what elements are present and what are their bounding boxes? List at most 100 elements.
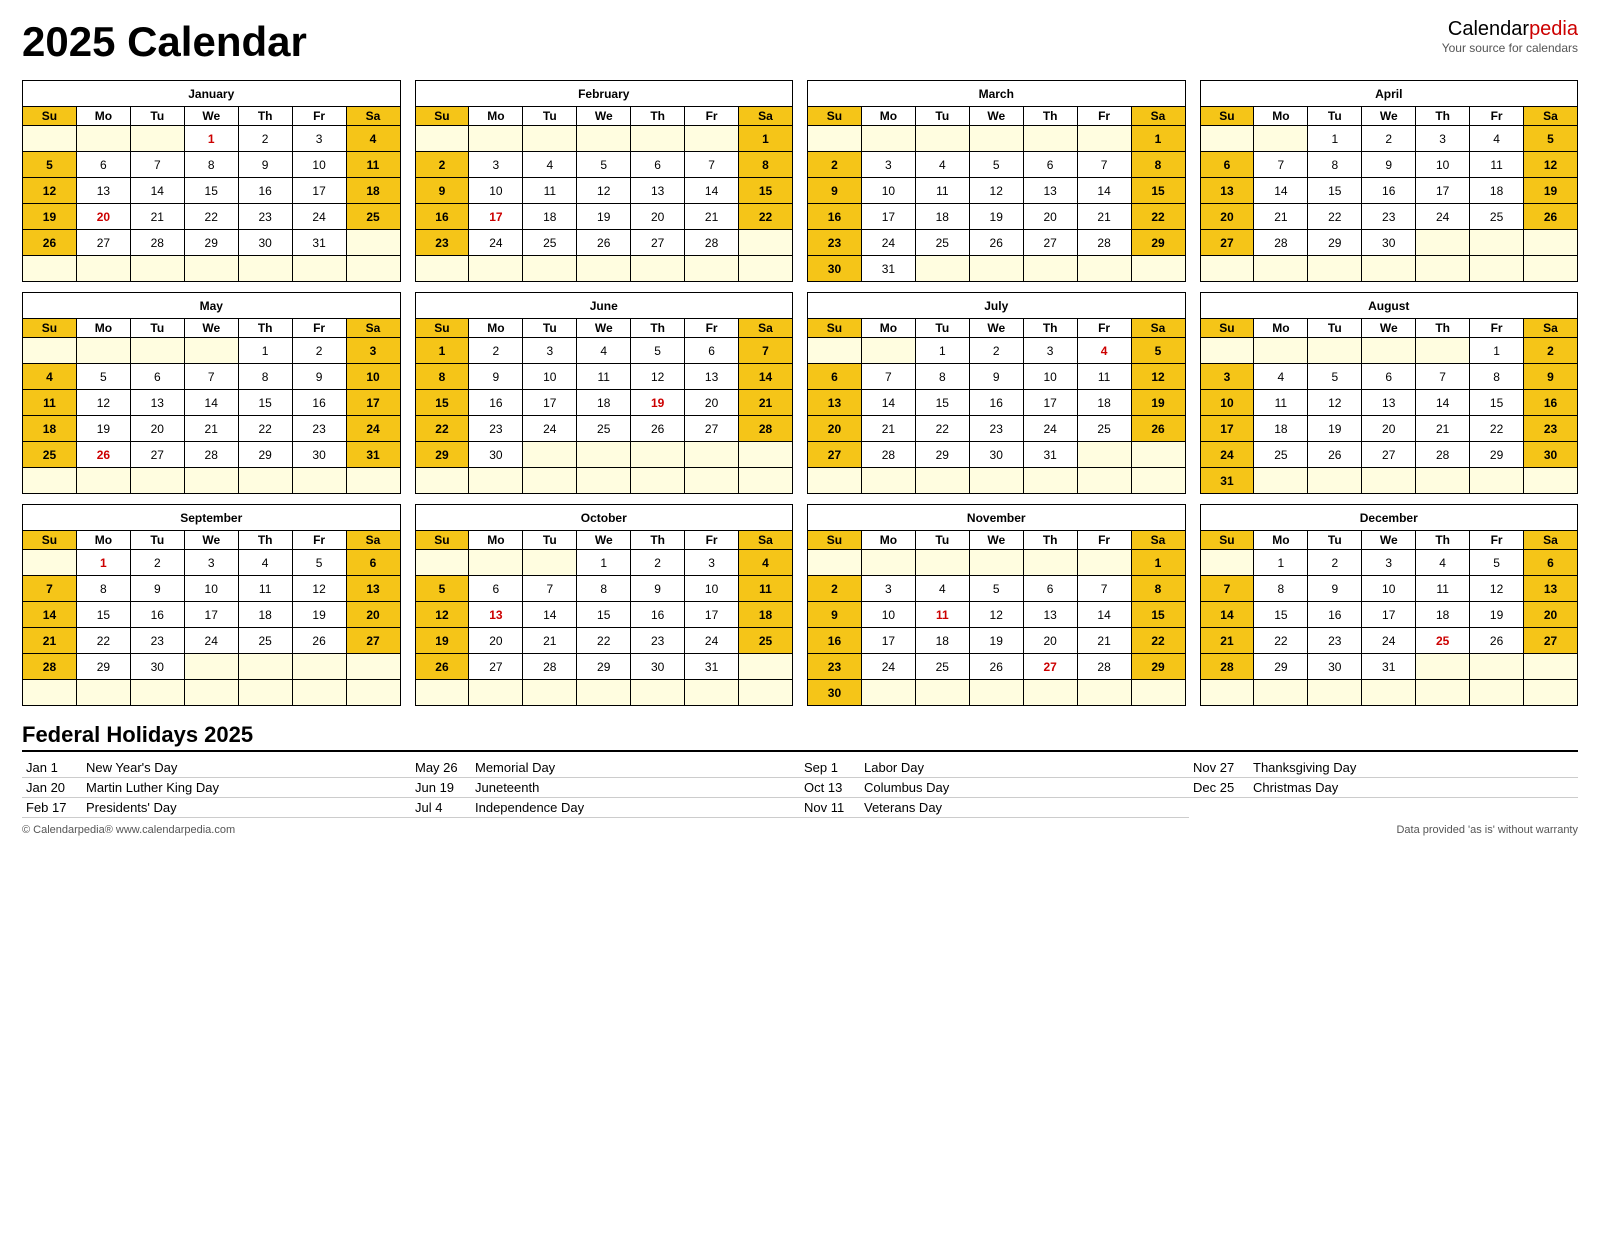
day-cell bbox=[346, 468, 400, 494]
day-cell: 14 bbox=[739, 364, 793, 390]
day-cell: 16 bbox=[969, 390, 1023, 416]
day-cell: 4 bbox=[238, 550, 292, 576]
day-header-tu: Tu bbox=[1308, 319, 1362, 338]
day-cell bbox=[969, 126, 1023, 152]
day-cell: 19 bbox=[76, 416, 130, 442]
holiday-date: Jan 1 bbox=[26, 760, 78, 775]
week-row: 16171819202122 bbox=[415, 204, 793, 230]
day-cell: 23 bbox=[130, 628, 184, 654]
day-cell: 5 bbox=[631, 338, 685, 364]
day-cell: 23 bbox=[292, 416, 346, 442]
day-cell: 23 bbox=[1362, 204, 1416, 230]
day-cell: 16 bbox=[130, 602, 184, 628]
day-cell bbox=[969, 680, 1023, 706]
day-cell bbox=[969, 256, 1023, 282]
day-cell: 22 bbox=[415, 416, 469, 442]
day-cell: 21 bbox=[23, 628, 77, 654]
day-cell bbox=[238, 654, 292, 680]
day-cell: 22 bbox=[238, 416, 292, 442]
day-cell: 9 bbox=[808, 178, 862, 204]
day-header-fr: Fr bbox=[685, 107, 739, 126]
day-cell: 22 bbox=[577, 628, 631, 654]
day-cell bbox=[1254, 338, 1308, 364]
day-cell: 10 bbox=[1023, 364, 1077, 390]
holiday-date: Jul 4 bbox=[415, 800, 467, 815]
day-cell bbox=[631, 256, 685, 282]
day-cell: 15 bbox=[739, 178, 793, 204]
day-cell: 8 bbox=[1308, 152, 1362, 178]
day-cell: 21 bbox=[1200, 628, 1254, 654]
day-cell bbox=[1524, 654, 1578, 680]
day-header-sa: Sa bbox=[346, 531, 400, 550]
brand-sub: Your source for calendars bbox=[1442, 41, 1578, 55]
day-cell: 16 bbox=[415, 204, 469, 230]
day-cell: 12 bbox=[577, 178, 631, 204]
day-header-su: Su bbox=[23, 531, 77, 550]
calendars-grid: JanuarySuMoTuWeThFrSa1234567891011121314… bbox=[22, 80, 1578, 706]
day-cell: 23 bbox=[415, 230, 469, 256]
month-table-april: AprilSuMoTuWeThFrSa123456789101112131415… bbox=[1200, 80, 1579, 282]
day-cell: 11 bbox=[1254, 390, 1308, 416]
holiday-name: Independence Day bbox=[475, 800, 584, 815]
day-cell: 18 bbox=[739, 602, 793, 628]
month-name-november: November bbox=[808, 505, 1186, 531]
day-cell: 26 bbox=[969, 230, 1023, 256]
day-cell: 25 bbox=[915, 654, 969, 680]
day-header-we: We bbox=[1362, 319, 1416, 338]
day-cell: 5 bbox=[1308, 364, 1362, 390]
day-cell: 12 bbox=[76, 390, 130, 416]
day-cell: 30 bbox=[238, 230, 292, 256]
month-february: FebruarySuMoTuWeThFrSa123456789101112131… bbox=[415, 80, 794, 282]
day-cell: 27 bbox=[1023, 654, 1077, 680]
day-cell: 9 bbox=[808, 602, 862, 628]
day-cell: 24 bbox=[861, 654, 915, 680]
day-cell: 24 bbox=[1362, 628, 1416, 654]
day-header-th: Th bbox=[1023, 319, 1077, 338]
week-row: 12345 bbox=[808, 338, 1186, 364]
month-march: MarchSuMoTuWeThFrSa123456789101112131415… bbox=[807, 80, 1186, 282]
day-cell: 7 bbox=[861, 364, 915, 390]
day-header-we: We bbox=[184, 319, 238, 338]
day-cell: 28 bbox=[1254, 230, 1308, 256]
day-cell: 4 bbox=[346, 126, 400, 152]
day-cell: 14 bbox=[685, 178, 739, 204]
month-november: NovemberSuMoTuWeThFrSa123456789101112131… bbox=[807, 504, 1186, 706]
day-cell: 26 bbox=[1470, 628, 1524, 654]
day-cell bbox=[346, 256, 400, 282]
day-cell: 4 bbox=[915, 576, 969, 602]
day-header-su: Su bbox=[415, 319, 469, 338]
day-cell: 20 bbox=[76, 204, 130, 230]
day-cell bbox=[1131, 442, 1185, 468]
day-cell bbox=[739, 680, 793, 706]
day-cell: 11 bbox=[915, 602, 969, 628]
day-cell: 2 bbox=[415, 152, 469, 178]
day-cell: 10 bbox=[1416, 152, 1470, 178]
day-cell: 11 bbox=[577, 364, 631, 390]
day-cell: 12 bbox=[1308, 390, 1362, 416]
day-cell bbox=[76, 468, 130, 494]
day-cell: 23 bbox=[469, 416, 523, 442]
week-row: 1234567 bbox=[415, 338, 793, 364]
day-cell: 11 bbox=[739, 576, 793, 602]
day-cell: 17 bbox=[861, 628, 915, 654]
day-cell: 13 bbox=[1200, 178, 1254, 204]
day-cell: 6 bbox=[1200, 152, 1254, 178]
day-header-th: Th bbox=[1416, 319, 1470, 338]
day-cell: 21 bbox=[685, 204, 739, 230]
day-cell: 1 bbox=[238, 338, 292, 364]
day-cell: 14 bbox=[1077, 178, 1131, 204]
day-cell: 25 bbox=[915, 230, 969, 256]
day-header-sa: Sa bbox=[1131, 319, 1185, 338]
month-name-june: June bbox=[415, 293, 793, 319]
day-cell: 7 bbox=[739, 338, 793, 364]
day-cell bbox=[1362, 256, 1416, 282]
day-header-su: Su bbox=[1200, 107, 1254, 126]
day-header-th: Th bbox=[1416, 107, 1470, 126]
month-august: AugustSuMoTuWeThFrSa12345678910111213141… bbox=[1200, 292, 1579, 494]
day-cell bbox=[577, 126, 631, 152]
day-cell: 14 bbox=[130, 178, 184, 204]
day-cell: 25 bbox=[1416, 628, 1470, 654]
day-cell bbox=[184, 338, 238, 364]
day-cell: 19 bbox=[577, 204, 631, 230]
day-cell: 25 bbox=[238, 628, 292, 654]
